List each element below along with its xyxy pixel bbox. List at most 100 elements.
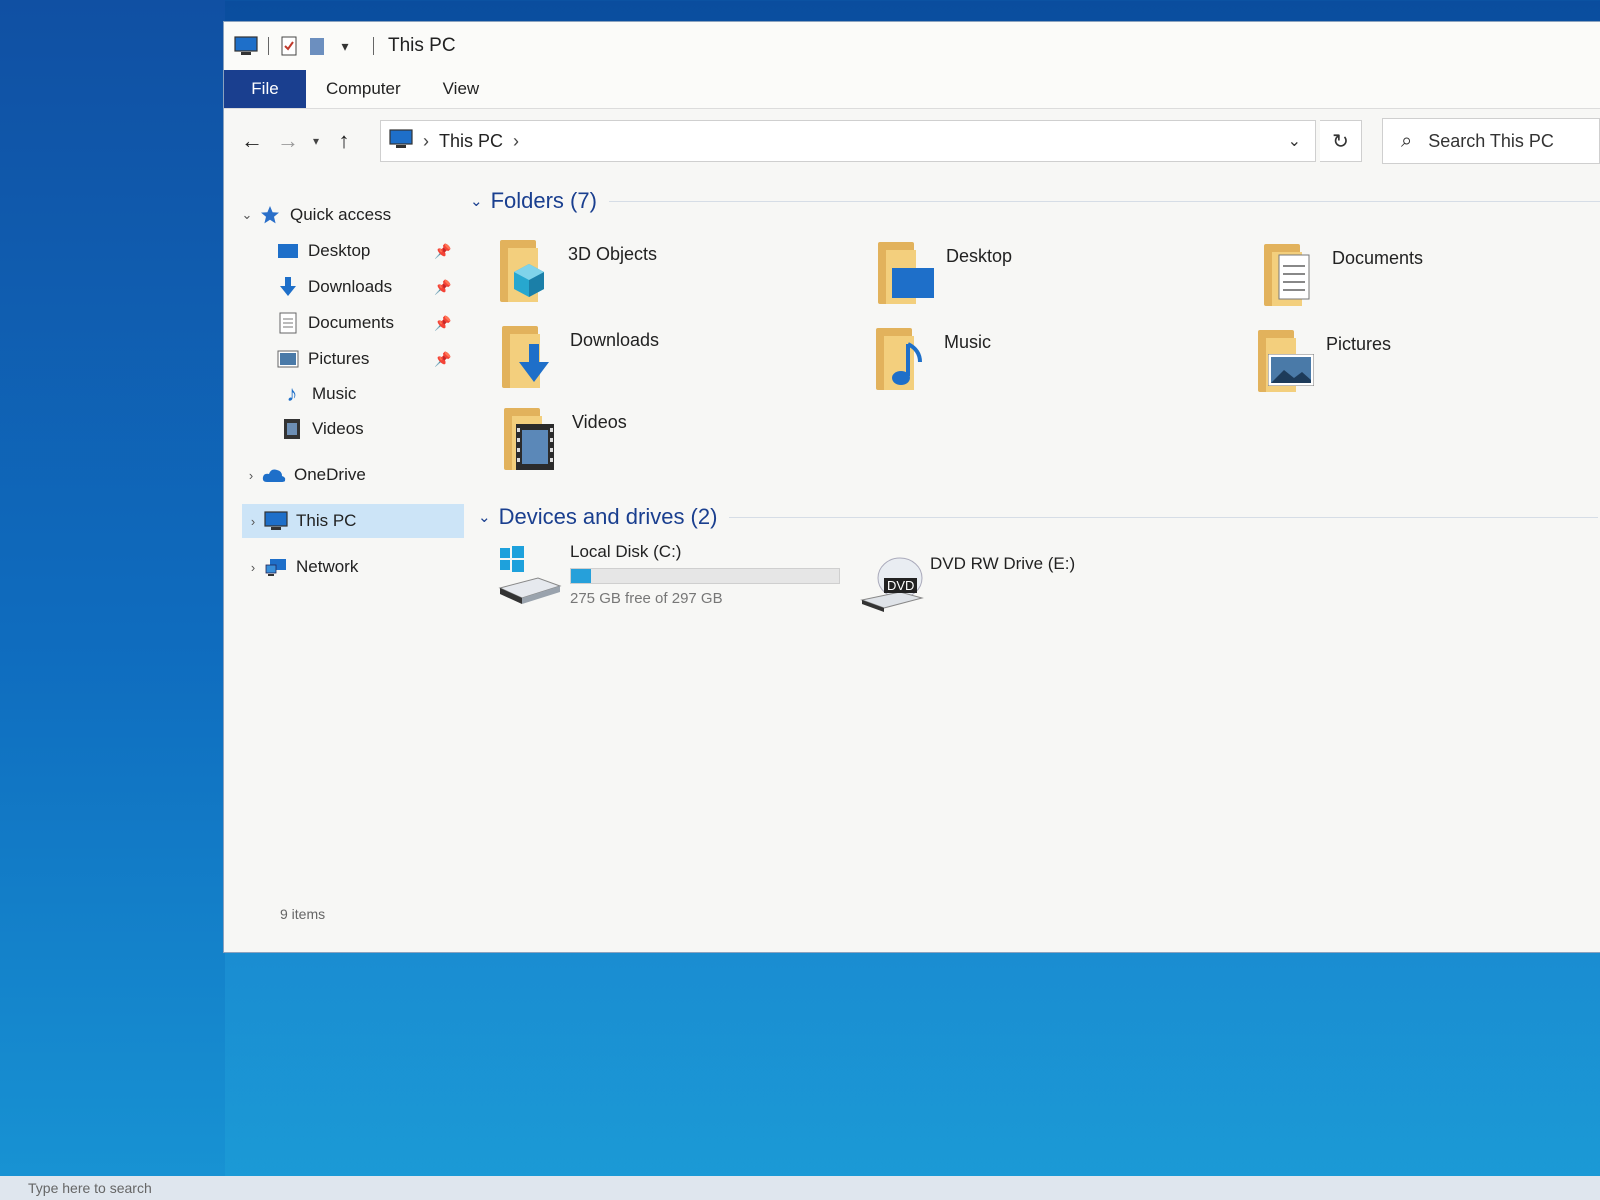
divider <box>608 200 1600 202</box>
sidebar-item-label: Desktop <box>308 241 371 260</box>
chevron-right-icon[interactable]: › <box>242 514 264 529</box>
recent-locations-icon[interactable]: ▾ <box>306 134 326 148</box>
pin-icon[interactable]: 📌 <box>434 315 451 332</box>
this-pc-icon <box>234 36 258 56</box>
chevron-right-icon[interactable]: › <box>242 560 264 575</box>
folder-videos[interactable]: Videos <box>502 404 862 484</box>
film-icon <box>280 418 304 440</box>
folder-name: Downloads <box>570 330 660 350</box>
sidebar-item-quick-access[interactable]: ⌄ Quick access <box>224 198 464 232</box>
sidebar-item-label: Music <box>312 384 357 403</box>
tab-file[interactable]: File <box>224 70 306 108</box>
taskbar-search-placeholder[interactable]: Type here to search <box>28 1180 152 1196</box>
title-bar: ▾ This PC <box>224 22 1600 70</box>
search-placeholder[interactable]: Search This PC <box>1428 131 1554 152</box>
address-row: ← → ▾ ↑ › This PC › ⌄ ↻ ⌕ Search This PC <box>224 114 1600 168</box>
chevron-down-icon[interactable]: ⌄ <box>236 207 258 223</box>
sidebar-item-this-pc[interactable]: › This PC <box>242 504 464 538</box>
picture-icon <box>1256 326 1318 396</box>
search-box[interactable]: ⌕ Search This PC <box>1382 118 1600 164</box>
folders-header-label: Folders (7) <box>490 188 597 213</box>
document-icon <box>1262 240 1324 310</box>
network-icon <box>264 556 288 578</box>
sidebar-item-music[interactable]: ♪ Music <box>224 377 486 411</box>
windows-drive-icon <box>498 542 562 608</box>
this-pc-icon <box>389 128 413 154</box>
drive-name: DVD RW Drive (E:) <box>930 554 1076 573</box>
title-separator <box>268 37 269 55</box>
sidebar-item-label: Quick access <box>290 205 392 224</box>
sidebar-item-label: Documents <box>308 313 394 332</box>
sidebar-item-videos[interactable]: Videos <box>224 412 486 446</box>
folders-group-header[interactable]: ⌄ Folders (7) <box>470 188 1600 214</box>
folder-pictures[interactable]: Pictures <box>1256 326 1600 406</box>
ribbon-tabs: File Computer View <box>224 70 1600 109</box>
breadcrumb-this-pc[interactable]: This PC <box>439 131 503 152</box>
folder-documents[interactable]: Documents <box>1262 240 1600 320</box>
drive-usage-fill <box>571 569 591 583</box>
picture-icon <box>276 348 300 370</box>
drive-free-space: 275 GB free of 297 GB <box>570 590 723 607</box>
tab-view[interactable]: View <box>422 70 501 108</box>
back-arrow-icon[interactable]: ← <box>234 123 270 159</box>
sidebar-item-onedrive[interactable]: › OneDrive <box>224 458 468 492</box>
sidebar-item-documents[interactable]: Documents 📌 <box>224 306 482 340</box>
devices-group-header[interactable]: ⌄ Devices and drives (2) <box>478 504 1598 530</box>
customize-toolbar-icon[interactable]: ▾ <box>335 35 355 57</box>
sidebar-item-desktop[interactable]: Desktop 📌 <box>224 234 482 268</box>
new-folder-icon[interactable] <box>307 35 327 57</box>
chevron-down-icon[interactable]: ⌄ <box>470 192 483 210</box>
properties-icon[interactable] <box>279 35 299 57</box>
folder-name: Documents <box>1332 248 1424 268</box>
sidebar-item-label: This PC <box>296 511 357 530</box>
folder-downloads[interactable]: Downloads <box>500 322 860 402</box>
document-icon <box>276 312 300 334</box>
music-note-icon <box>874 324 936 394</box>
folder-name: 3D Objects <box>568 244 658 264</box>
sidebar-item-pictures[interactable]: Pictures 📌 <box>224 342 482 376</box>
dvd-badge: DVD <box>884 578 918 593</box>
file-explorer-window: ▾ This PC File Computer View ← → ▾ ↑ › T… <box>224 22 1600 952</box>
desktop-icon <box>276 240 300 262</box>
music-note-icon: ♪ <box>286 381 298 406</box>
cube-icon <box>498 236 560 306</box>
sidebar-item-downloads[interactable]: Downloads 📌 <box>224 270 482 304</box>
sidebar-item-label: Pictures <box>308 349 370 368</box>
pin-icon[interactable]: 📌 <box>434 279 451 296</box>
breadcrumb-chevron-icon[interactable]: › <box>513 131 519 152</box>
cloud-icon <box>262 464 286 486</box>
content-pane: ⌄ Folders (7) 3D Objects Desktop Documen… <box>468 172 1600 932</box>
chevron-down-icon[interactable]: ⌄ <box>1288 131 1301 151</box>
drive-dvd-rw-e[interactable]: DVD DVD RW Drive (E:) <box>860 554 1075 614</box>
sidebar-item-label: Videos <box>312 419 364 438</box>
download-arrow-icon <box>500 322 562 392</box>
taskbar-search[interactable]: Type here to search <box>0 1176 1600 1200</box>
film-icon <box>502 404 564 474</box>
drive-local-disk-c[interactable]: Local Disk (C:) 275 GB free of 297 GB <box>498 542 850 608</box>
folder-name: Videos <box>572 412 627 432</box>
folder-desktop[interactable]: Desktop <box>876 238 1236 318</box>
folder-3d-objects[interactable]: 3D Objects <box>498 236 858 316</box>
status-bar-item-count: 9 items <box>280 906 326 922</box>
forward-arrow-icon[interactable]: → <box>270 123 306 159</box>
folder-name: Desktop <box>946 246 1013 266</box>
chevron-right-icon[interactable]: › <box>240 468 262 483</box>
address-bar[interactable]: › This PC › ⌄ <box>380 120 1316 162</box>
divider <box>729 516 1598 518</box>
devices-header-label: Devices and drives (2) <box>498 504 718 529</box>
pin-icon[interactable]: 📌 <box>434 243 451 260</box>
folder-music[interactable]: Music <box>874 324 1234 404</box>
refresh-icon[interactable]: ↻ <box>1320 120 1362 162</box>
window-title: This PC <box>388 35 456 56</box>
breadcrumb-chevron-icon[interactable]: › <box>423 131 429 152</box>
drive-info: Local Disk (C:) 275 GB free of 297 GB <box>570 542 850 607</box>
tab-computer[interactable]: Computer <box>306 70 422 108</box>
sidebar-item-label: OneDrive <box>294 465 366 484</box>
title-separator <box>373 37 374 55</box>
download-arrow-icon <box>276 276 300 298</box>
chevron-down-icon[interactable]: ⌄ <box>478 508 491 526</box>
desktop-icon <box>876 238 938 308</box>
up-arrow-icon[interactable]: ↑ <box>326 123 362 159</box>
sidebar-item-network[interactable]: › Network <box>224 550 470 584</box>
pin-icon[interactable]: 📌 <box>434 351 451 368</box>
